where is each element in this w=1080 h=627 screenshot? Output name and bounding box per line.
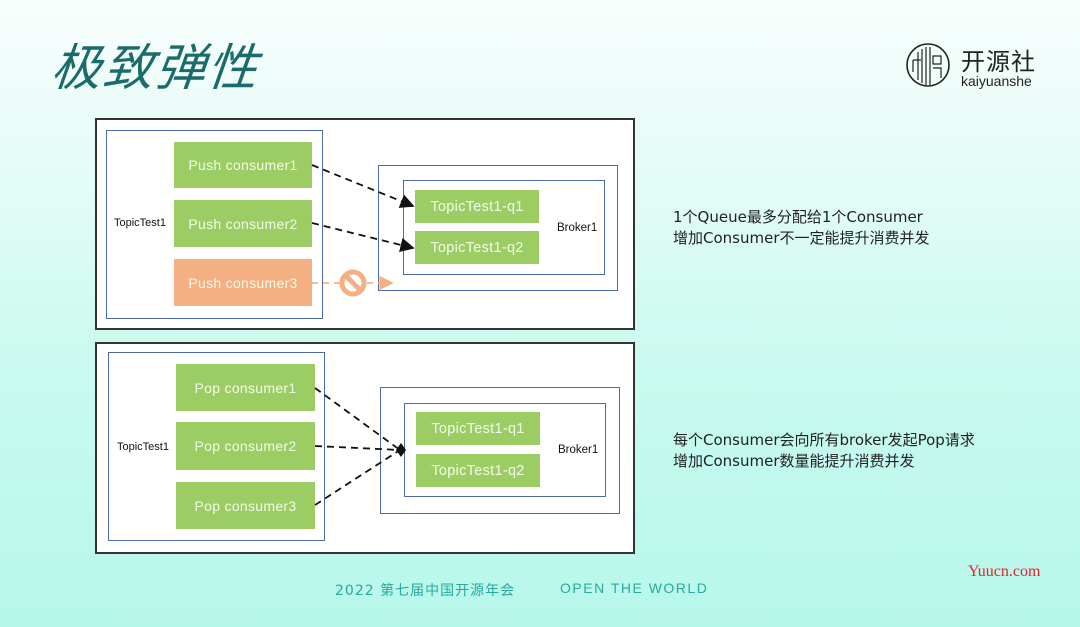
pop-consumer-1: Pop consumer1 <box>176 364 315 411</box>
push-consumer-1: Push consumer1 <box>174 142 312 188</box>
pop-consumer-2: Pop consumer2 <box>176 422 315 470</box>
kaiyuanshe-emblem-icon <box>906 43 950 87</box>
footer-event: 2022 第七届中国开源年会 <box>335 583 516 599</box>
note-top-line-2: 增加Consumer不一定能提升消费并发 <box>673 229 930 247</box>
watermark: Yuucn.com <box>968 563 1041 580</box>
push-consumer-2: Push consumer2 <box>174 200 312 247</box>
note-top-line-1: 1个Queue最多分配给1个Consumer <box>673 208 923 226</box>
push-consumer-3-blocked: Push consumer3 <box>174 259 312 306</box>
queue-q2-top: TopicTest1-q2 <box>415 231 539 264</box>
pop-consumer-3: Pop consumer3 <box>176 482 315 529</box>
broker-label-bottom: Broker1 <box>558 444 599 456</box>
kaiyuanshe-logo: 开源社 kaiyuanshe <box>905 42 1055 94</box>
topic-label-top: TopicTest1 <box>114 217 166 229</box>
note-bottom: 每个Consumer会向所有broker发起Pop请求 增加Consumer数量… <box>673 430 975 472</box>
broker-label-top: Broker1 <box>557 222 598 234</box>
queue-q2-bottom: TopicTest1-q2 <box>416 454 540 487</box>
footer-slogan: OPEN THE WORLD <box>560 580 709 596</box>
note-bottom-line-1: 每个Consumer会向所有broker发起Pop请求 <box>673 431 975 449</box>
queue-q1-bottom: TopicTest1-q1 <box>416 412 540 445</box>
note-bottom-line-2: 增加Consumer数量能提升消费并发 <box>673 452 915 470</box>
queue-q1-top: TopicTest1-q1 <box>415 190 539 223</box>
logo-english-name: kaiyuanshe <box>961 73 1032 89</box>
slide-title: 极致弹性 <box>48 39 263 97</box>
note-top: 1个Queue最多分配给1个Consumer 增加Consumer不一定能提升消… <box>673 207 930 249</box>
topic-label-bottom: TopicTest1 <box>117 441 169 453</box>
logo-chinese-name: 开源社 <box>961 48 1036 76</box>
